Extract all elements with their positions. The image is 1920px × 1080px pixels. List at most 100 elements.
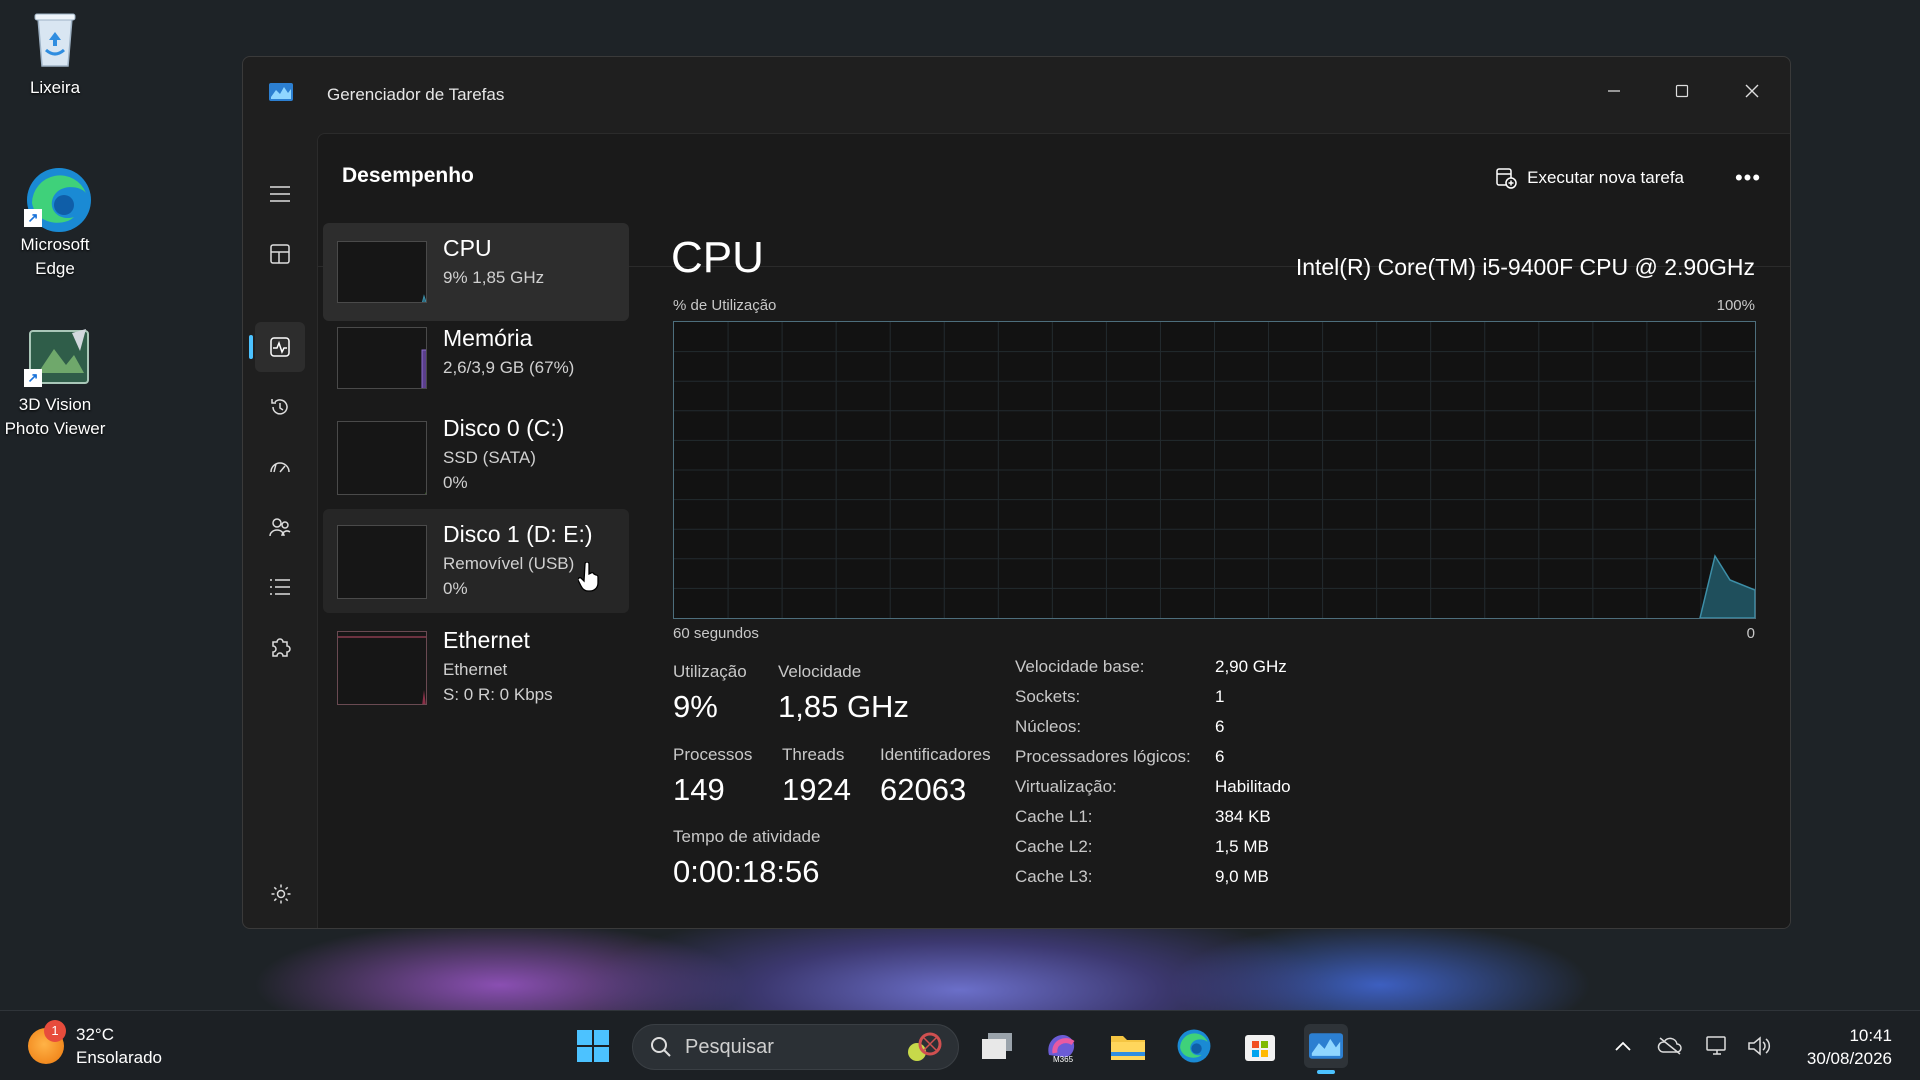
disk1-thumbnail-graph — [337, 525, 427, 599]
task-manager-icon — [269, 83, 293, 101]
graph-max-label: 100% — [1716, 297, 1755, 314]
windows-logo-icon — [577, 1030, 609, 1062]
uptime-label: Tempo de atividade — [673, 827, 821, 846]
window-title: Gerenciador de Tarefas — [327, 85, 505, 104]
spec-label: Velocidade base: — [1015, 657, 1145, 676]
spec-value: 2,90 GHz — [1215, 657, 1287, 676]
speed-value: 1,85 GHz — [778, 689, 909, 724]
ethernet-thumbnail-graph — [337, 631, 427, 705]
file-explorer-button[interactable] — [1106, 1024, 1150, 1068]
spec-label: Virtualização: — [1015, 777, 1117, 796]
more-options-button[interactable]: ••• — [1728, 160, 1768, 196]
speaker-icon — [1748, 1036, 1771, 1056]
graph-time-label: 60 segundos — [673, 625, 759, 642]
perf-item-disk-0[interactable]: Disco 0 (C:) SSD (SATA) 0% — [323, 407, 629, 505]
processes-icon — [270, 244, 290, 264]
edge-taskbar-button[interactable] — [1172, 1024, 1216, 1068]
cpu-usage-area — [1699, 554, 1756, 619]
spec-label: Cache L3: — [1015, 867, 1093, 886]
microsoft-store-button[interactable] — [1238, 1024, 1282, 1068]
perf-item-name: Memória — [443, 325, 533, 351]
desktop-icon-recycle-bin[interactable]: Lixeira — [0, 8, 110, 100]
processes-label: Processos — [673, 745, 753, 764]
navigation-rail — [243, 133, 317, 928]
nav-startup-apps[interactable] — [255, 442, 305, 492]
store-icon — [1245, 1035, 1275, 1061]
edge-icon — [1177, 1029, 1211, 1063]
minimize-button[interactable] — [1584, 71, 1644, 111]
svg-text:M365: M365 — [1053, 1055, 1074, 1063]
perf-item-cpu[interactable]: CPU 9% 1,85 GHz — [323, 223, 629, 321]
network-tray-button[interactable] — [1704, 1033, 1730, 1059]
perf-item-ethernet[interactable]: Ethernet Ethernet S: 0 R: 0 Kbps — [323, 615, 629, 713]
close-button[interactable] — [1722, 71, 1782, 111]
search-placeholder: Pesquisar — [685, 1035, 774, 1058]
hamburger-menu-button[interactable] — [255, 169, 305, 219]
handles-value: 62063 — [880, 772, 967, 807]
spec-value: 1,5 MB — [1215, 837, 1269, 856]
title-bar[interactable]: Gerenciador de Tarefas — [243, 57, 1790, 133]
weather-widget[interactable]: 1 32°C Ensolarado — [28, 1020, 163, 1069]
uptime-value: 0:00:18:56 — [673, 854, 820, 889]
task-manager-taskbar-button[interactable] — [1304, 1024, 1348, 1074]
spec-value: 6 — [1215, 747, 1225, 766]
weather-description: Ensolarado — [76, 1048, 163, 1067]
perf-item-memory[interactable]: Memória 2,6/3,9 GB (67%) — [323, 315, 629, 413]
taskbar-search[interactable]: Pesquisar — [632, 1024, 959, 1070]
cpu-graph-canvas — [674, 322, 1756, 619]
desktop-icon-microsoft-edge[interactable]: ↗ Microsoft Edge — [0, 165, 110, 281]
utilization-value: 9% — [673, 689, 718, 724]
settings-button[interactable] — [261, 874, 301, 914]
history-icon — [271, 399, 288, 415]
nav-details[interactable] — [255, 562, 305, 612]
m365-copilot-button[interactable]: M365 — [1040, 1024, 1084, 1068]
nav-users[interactable] — [255, 502, 305, 552]
cloud-offline-icon — [1657, 1037, 1682, 1055]
users-icon — [269, 518, 291, 537]
nav-app-history[interactable] — [255, 382, 305, 432]
task-view-icon — [982, 1033, 1012, 1059]
m365-icon: M365 — [1048, 1035, 1075, 1063]
desktop-icon-3d-vision[interactable]: ↗ 3D Vision Photo Viewer — [0, 325, 110, 441]
desktop-icon-label: 3D Vision Photo Viewer — [4, 395, 106, 438]
details-list-icon — [270, 579, 290, 595]
run-new-task-button[interactable]: Executar nova tarefa — [1495, 160, 1684, 196]
search-highlight-icon — [908, 1032, 942, 1061]
startup-gauge-icon — [270, 462, 290, 473]
task-view-button[interactable] — [975, 1024, 1019, 1068]
perf-item-name: Disco 1 (D: E:) — [443, 521, 593, 547]
desktop-icon-label: Microsoft Edge — [20, 235, 90, 278]
nav-services[interactable] — [255, 622, 305, 672]
spec-label: Cache L2: — [1015, 837, 1093, 856]
perf-item-name: CPU — [443, 235, 492, 261]
folder-icon — [1111, 1036, 1145, 1060]
maximize-button[interactable] — [1652, 71, 1712, 111]
graph-y-label: % de Utilização — [673, 297, 777, 314]
spec-value: 384 KB — [1215, 807, 1271, 826]
spec-value: 9,0 MB — [1215, 867, 1269, 886]
start-button[interactable] — [571, 1024, 615, 1068]
perf-item-disk-1[interactable]: Disco 1 (D: E:) Removível (USB) 0% — [323, 509, 629, 613]
show-hidden-icons-button[interactable] — [1610, 1033, 1636, 1059]
clock-date: 30/08/2026 — [1806, 1049, 1892, 1068]
utilization-label: Utilização — [673, 662, 747, 681]
graph-min-label: 0 — [1746, 625, 1755, 642]
perf-item-detail: 9% 1,85 GHz — [443, 268, 545, 287]
active-app-indicator — [1317, 1070, 1335, 1074]
services-puzzle-icon — [272, 638, 291, 657]
memory-thumbnail-graph — [337, 327, 427, 389]
page-title: Desempenho — [342, 164, 474, 187]
nav-processes[interactable] — [255, 229, 305, 279]
system-clock[interactable]: 10:41 30/08/2026 — [1807, 1024, 1892, 1070]
threads-value: 1924 — [782, 772, 851, 807]
cpu-heading: CPU — [671, 233, 764, 282]
volume-tray-button[interactable] — [1746, 1033, 1772, 1059]
perf-item-detail: Ethernet — [443, 660, 508, 679]
nav-performance[interactable] — [255, 322, 305, 372]
perf-item-usage: 0% — [443, 473, 468, 492]
more-options-icon: ••• — [1734, 165, 1762, 190]
close-icon — [1745, 84, 1759, 98]
weather-temperature: 32°C — [76, 1025, 114, 1044]
onedrive-tray-button[interactable] — [1657, 1033, 1683, 1059]
perf-item-detail: 2,6/3,9 GB (67%) — [443, 358, 575, 377]
